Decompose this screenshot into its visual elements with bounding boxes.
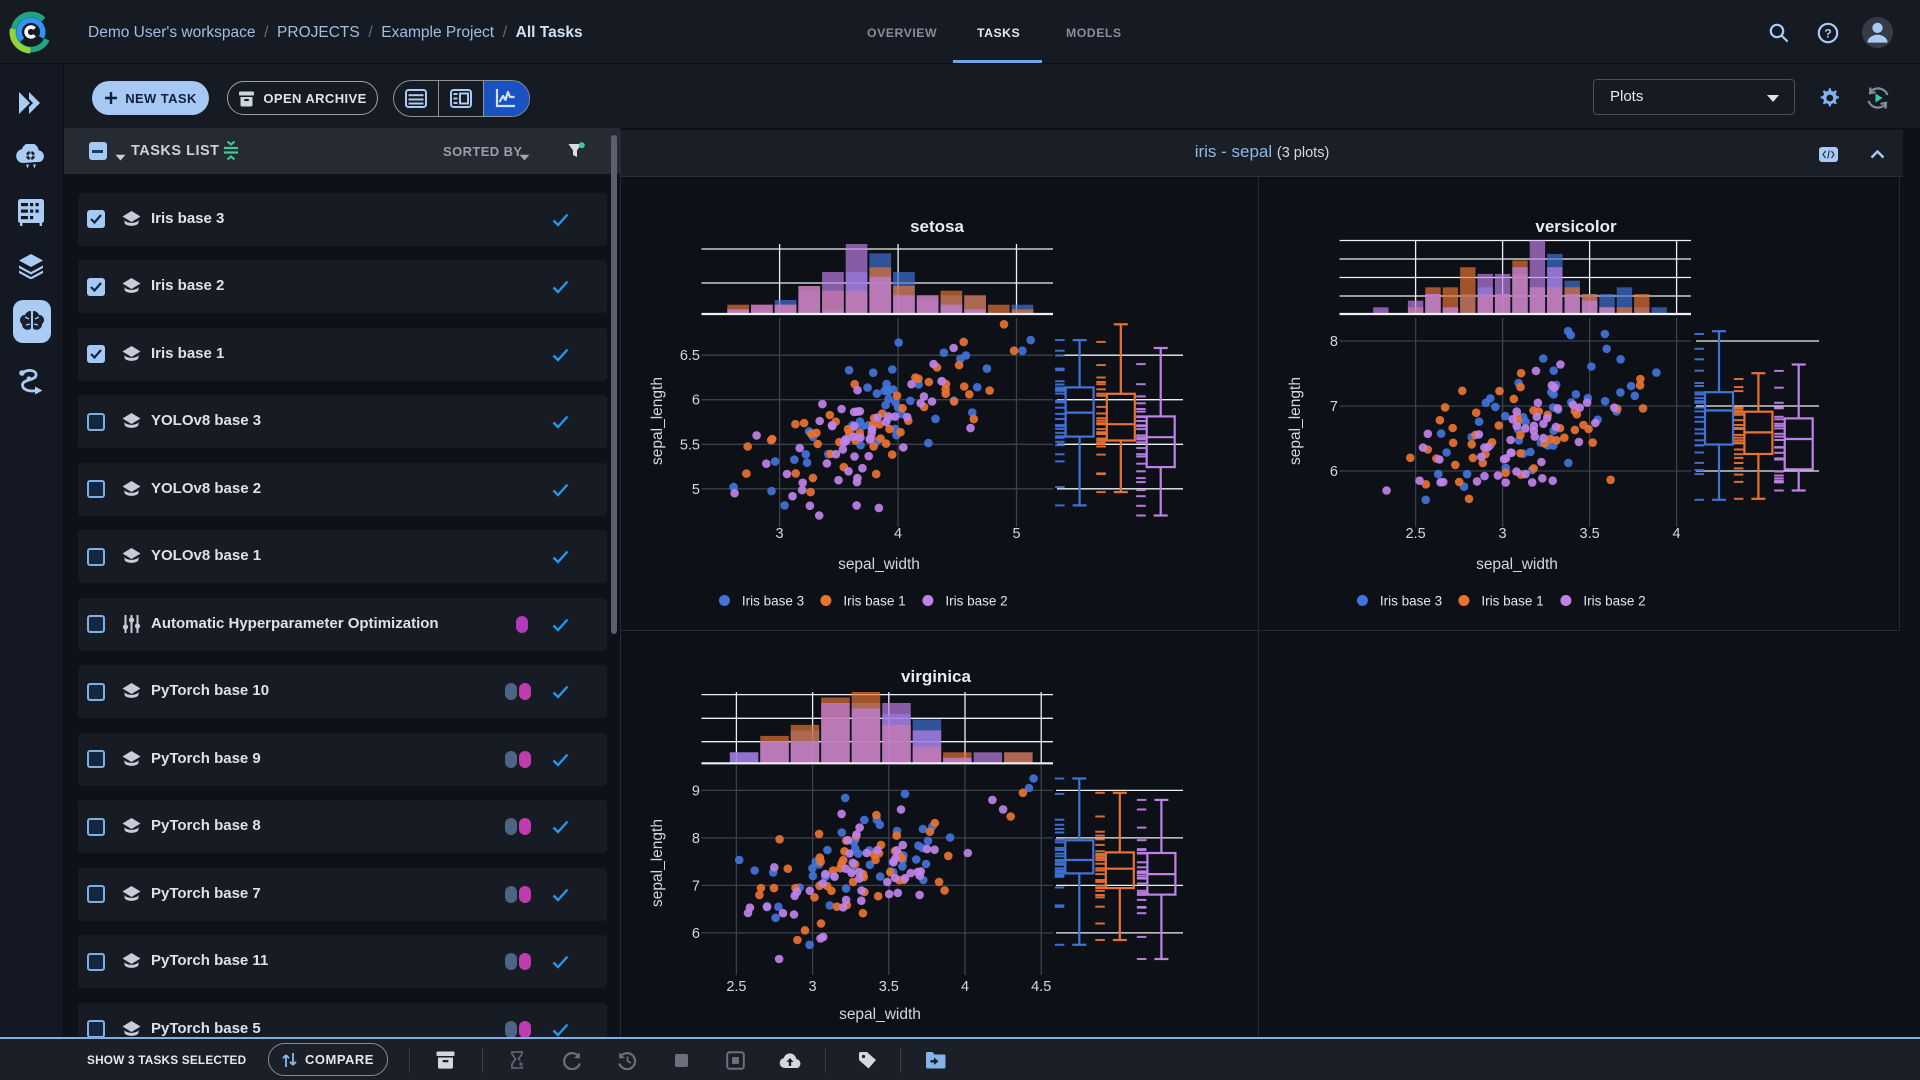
- svg-text:Iris base 2: Iris base 2: [1583, 593, 1645, 608]
- svg-text:8: 8: [1330, 334, 1338, 350]
- svg-text:sepal_width: sepal_width: [1476, 556, 1558, 573]
- svg-text:4: 4: [961, 979, 969, 995]
- svg-text:4.5: 4.5: [1031, 979, 1051, 995]
- svg-text:Iris base 1: Iris base 1: [1481, 593, 1543, 608]
- svg-text:Iris base 3: Iris base 3: [1380, 593, 1442, 608]
- svg-text:3.5: 3.5: [1580, 526, 1600, 542]
- svg-text:sepal_length: sepal_length: [649, 819, 666, 907]
- svg-text:4: 4: [1673, 526, 1681, 542]
- svg-text:virginica: virginica: [901, 667, 971, 686]
- svg-text:3: 3: [1499, 526, 1507, 542]
- svg-text:sepal_length: sepal_length: [1287, 377, 1304, 465]
- svg-text:8: 8: [692, 831, 700, 847]
- svg-text:Iris base 2: Iris base 2: [945, 593, 1007, 608]
- svg-text:sepal_length: sepal_length: [649, 377, 666, 465]
- svg-text:2.5: 2.5: [726, 979, 746, 995]
- svg-text:3: 3: [776, 526, 784, 542]
- svg-text:9: 9: [692, 783, 700, 799]
- svg-text:3.5: 3.5: [879, 979, 899, 995]
- svg-text:6.5: 6.5: [680, 348, 700, 364]
- svg-text:Iris base 1: Iris base 1: [843, 593, 905, 608]
- svg-text:7: 7: [1330, 399, 1338, 415]
- svg-text:versicolor: versicolor: [1535, 217, 1617, 236]
- svg-text:6: 6: [692, 926, 700, 942]
- svg-text:5.5: 5.5: [680, 437, 700, 453]
- svg-text:4: 4: [894, 526, 902, 542]
- svg-text:Iris base 3: Iris base 3: [742, 593, 804, 608]
- svg-text:6: 6: [692, 393, 700, 409]
- svg-text:sepal_width: sepal_width: [839, 1006, 921, 1023]
- svg-text:sepal_width: sepal_width: [838, 556, 920, 573]
- svg-text:setosa: setosa: [910, 217, 964, 236]
- svg-text:6: 6: [1330, 464, 1338, 480]
- svg-text:7: 7: [692, 878, 700, 894]
- svg-text:5: 5: [692, 482, 700, 498]
- svg-text:5: 5: [1012, 526, 1020, 542]
- svg-text:2.5: 2.5: [1406, 526, 1426, 542]
- svg-text:3: 3: [809, 979, 817, 995]
- svg-text:?: ?: [1824, 27, 1831, 41]
